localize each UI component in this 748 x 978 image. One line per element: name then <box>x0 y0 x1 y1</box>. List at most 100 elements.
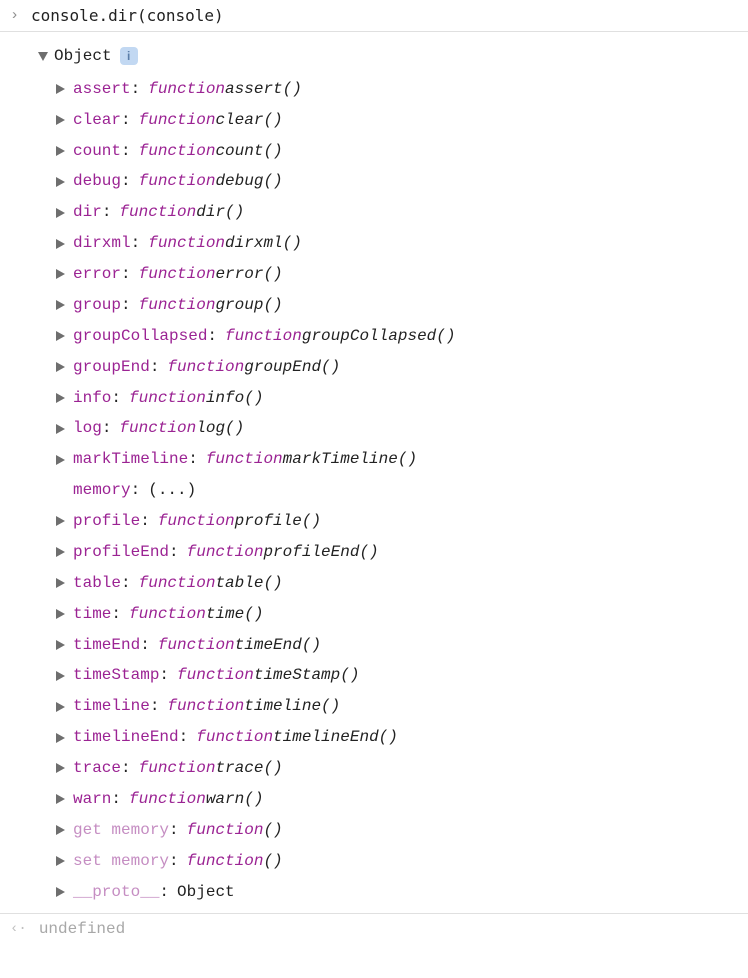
expand-arrow-icon[interactable] <box>56 146 65 156</box>
property-colon: : <box>121 166 131 197</box>
expand-arrow-icon[interactable] <box>56 733 65 743</box>
property-key: clear <box>73 105 121 136</box>
property-row[interactable]: memory:(...) <box>56 475 748 506</box>
property-row[interactable]: get memory:function () <box>56 815 748 846</box>
property-colon: : <box>207 321 217 352</box>
function-keyword: function <box>139 290 216 321</box>
expand-arrow-icon[interactable] <box>56 300 65 310</box>
property-colon: : <box>150 691 160 722</box>
expand-arrow-icon[interactable] <box>56 393 65 403</box>
property-colon: : <box>131 228 141 259</box>
expand-arrow-icon[interactable] <box>56 578 65 588</box>
expand-toggle-icon[interactable] <box>38 52 48 61</box>
property-row[interactable]: error:function error() <box>56 259 748 290</box>
function-name: timeline() <box>244 691 340 722</box>
property-colon: : <box>159 660 169 691</box>
expand-arrow-icon[interactable] <box>56 455 65 465</box>
function-keyword: function <box>139 136 216 167</box>
property-row[interactable]: table:function table() <box>56 568 748 599</box>
expand-arrow-icon[interactable] <box>56 516 65 526</box>
expand-arrow-icon[interactable] <box>56 84 65 94</box>
function-keyword: function <box>139 105 216 136</box>
console-input-row[interactable]: › console.dir(console) <box>0 0 748 32</box>
property-colon: : <box>169 815 179 846</box>
expand-arrow-icon[interactable] <box>56 609 65 619</box>
function-keyword: function <box>167 691 244 722</box>
property-colon: : <box>179 722 189 753</box>
function-keyword: function <box>177 660 254 691</box>
property-row[interactable]: markTimeline:function markTimeline() <box>56 444 748 475</box>
property-colon: : <box>159 877 169 908</box>
property-colon: : <box>131 475 141 506</box>
property-row[interactable]: dirxml:function dirxml() <box>56 228 748 259</box>
expand-arrow-icon[interactable] <box>56 331 65 341</box>
property-row[interactable]: groupCollapsed:function groupCollapsed() <box>56 321 748 352</box>
property-row[interactable]: timeStamp:function timeStamp() <box>56 660 748 691</box>
expand-arrow-icon[interactable] <box>56 424 65 434</box>
function-name: () <box>263 846 282 877</box>
property-key: profileEnd <box>73 537 169 568</box>
property-key: get memory <box>73 815 169 846</box>
expand-arrow-icon[interactable] <box>56 671 65 681</box>
property-row[interactable]: warn:function warn() <box>56 784 748 815</box>
property-row[interactable]: dir:function dir() <box>56 197 748 228</box>
expand-arrow-icon[interactable] <box>56 856 65 866</box>
expand-arrow-icon[interactable] <box>56 794 65 804</box>
function-keyword: function <box>129 599 206 630</box>
property-colon: : <box>121 568 131 599</box>
property-row[interactable]: profile:function profile() <box>56 506 748 537</box>
property-row[interactable]: profileEnd:function profileEnd() <box>56 537 748 568</box>
object-header-row[interactable]: Object i <box>38 42 748 71</box>
expand-arrow-icon[interactable] <box>56 115 65 125</box>
expand-arrow-icon[interactable] <box>56 208 65 218</box>
property-row[interactable]: __proto__:Object <box>56 877 748 908</box>
property-colon: : <box>102 197 112 228</box>
property-colon: : <box>111 599 121 630</box>
expand-arrow-icon[interactable] <box>56 239 65 249</box>
expand-arrow-icon[interactable] <box>56 702 65 712</box>
expand-arrow-icon[interactable] <box>56 362 65 372</box>
property-row[interactable]: timeEnd:function timeEnd() <box>56 630 748 661</box>
result-value: undefined <box>39 920 125 938</box>
property-row[interactable]: time:function time() <box>56 599 748 630</box>
function-name: debug() <box>215 166 282 197</box>
expand-arrow-icon[interactable] <box>56 547 65 557</box>
property-row[interactable]: count:function count() <box>56 136 748 167</box>
property-colon: : <box>121 136 131 167</box>
property-colon: : <box>121 753 131 784</box>
function-name: count() <box>215 136 282 167</box>
property-key: dir <box>73 197 102 228</box>
property-row[interactable]: group:function group() <box>56 290 748 321</box>
function-name: clear() <box>215 105 282 136</box>
property-row[interactable]: set memory:function () <box>56 846 748 877</box>
property-key: timeEnd <box>73 630 140 661</box>
property-row[interactable]: info:function info() <box>56 383 748 414</box>
expand-arrow-icon[interactable] <box>56 825 65 835</box>
expand-arrow-icon[interactable] <box>56 887 65 897</box>
function-keyword: function <box>129 784 206 815</box>
property-key: profile <box>73 506 140 537</box>
expand-arrow-icon[interactable] <box>56 640 65 650</box>
expand-arrow-icon[interactable] <box>56 269 65 279</box>
console-command-text[interactable]: console.dir(console) <box>31 6 224 25</box>
function-keyword: function <box>196 722 273 753</box>
property-row[interactable]: assert:function assert() <box>56 74 748 105</box>
property-row[interactable]: trace:function trace() <box>56 753 748 784</box>
function-name: time() <box>206 599 264 630</box>
function-keyword: function <box>187 815 264 846</box>
property-row[interactable]: groupEnd:function groupEnd() <box>56 352 748 383</box>
property-colon: : <box>140 506 150 537</box>
function-keyword: function <box>119 197 196 228</box>
property-row[interactable]: clear:function clear() <box>56 105 748 136</box>
property-row[interactable]: timeline:function timeline() <box>56 691 748 722</box>
property-row[interactable]: debug:function debug() <box>56 166 748 197</box>
console-result-row: ‹· undefined <box>0 913 748 944</box>
info-badge-icon[interactable]: i <box>120 47 138 65</box>
function-name: table() <box>215 568 282 599</box>
expand-arrow-icon[interactable] <box>56 177 65 187</box>
property-row[interactable]: log:function log() <box>56 413 748 444</box>
property-key: dirxml <box>73 228 131 259</box>
function-name: warn() <box>206 784 264 815</box>
expand-arrow-icon[interactable] <box>56 763 65 773</box>
property-row[interactable]: timelineEnd:function timelineEnd() <box>56 722 748 753</box>
